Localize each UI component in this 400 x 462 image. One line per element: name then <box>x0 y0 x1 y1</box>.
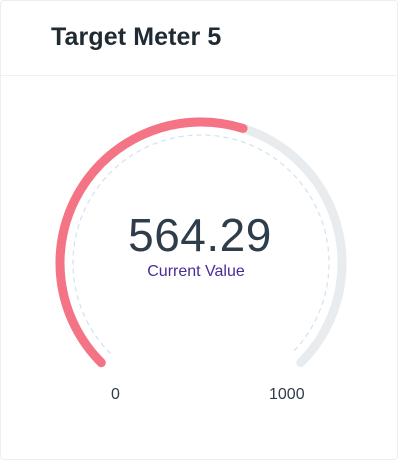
gauge-min-label: 0 <box>111 386 120 403</box>
gauge-current-value: 564.29 <box>128 209 272 261</box>
gauge-max-label: 1000 <box>269 386 305 403</box>
target-meter-card: Target Meter 5 564.29 Current Value 0 10… <box>0 0 398 460</box>
gauge-caption: Current Value <box>147 263 245 280</box>
